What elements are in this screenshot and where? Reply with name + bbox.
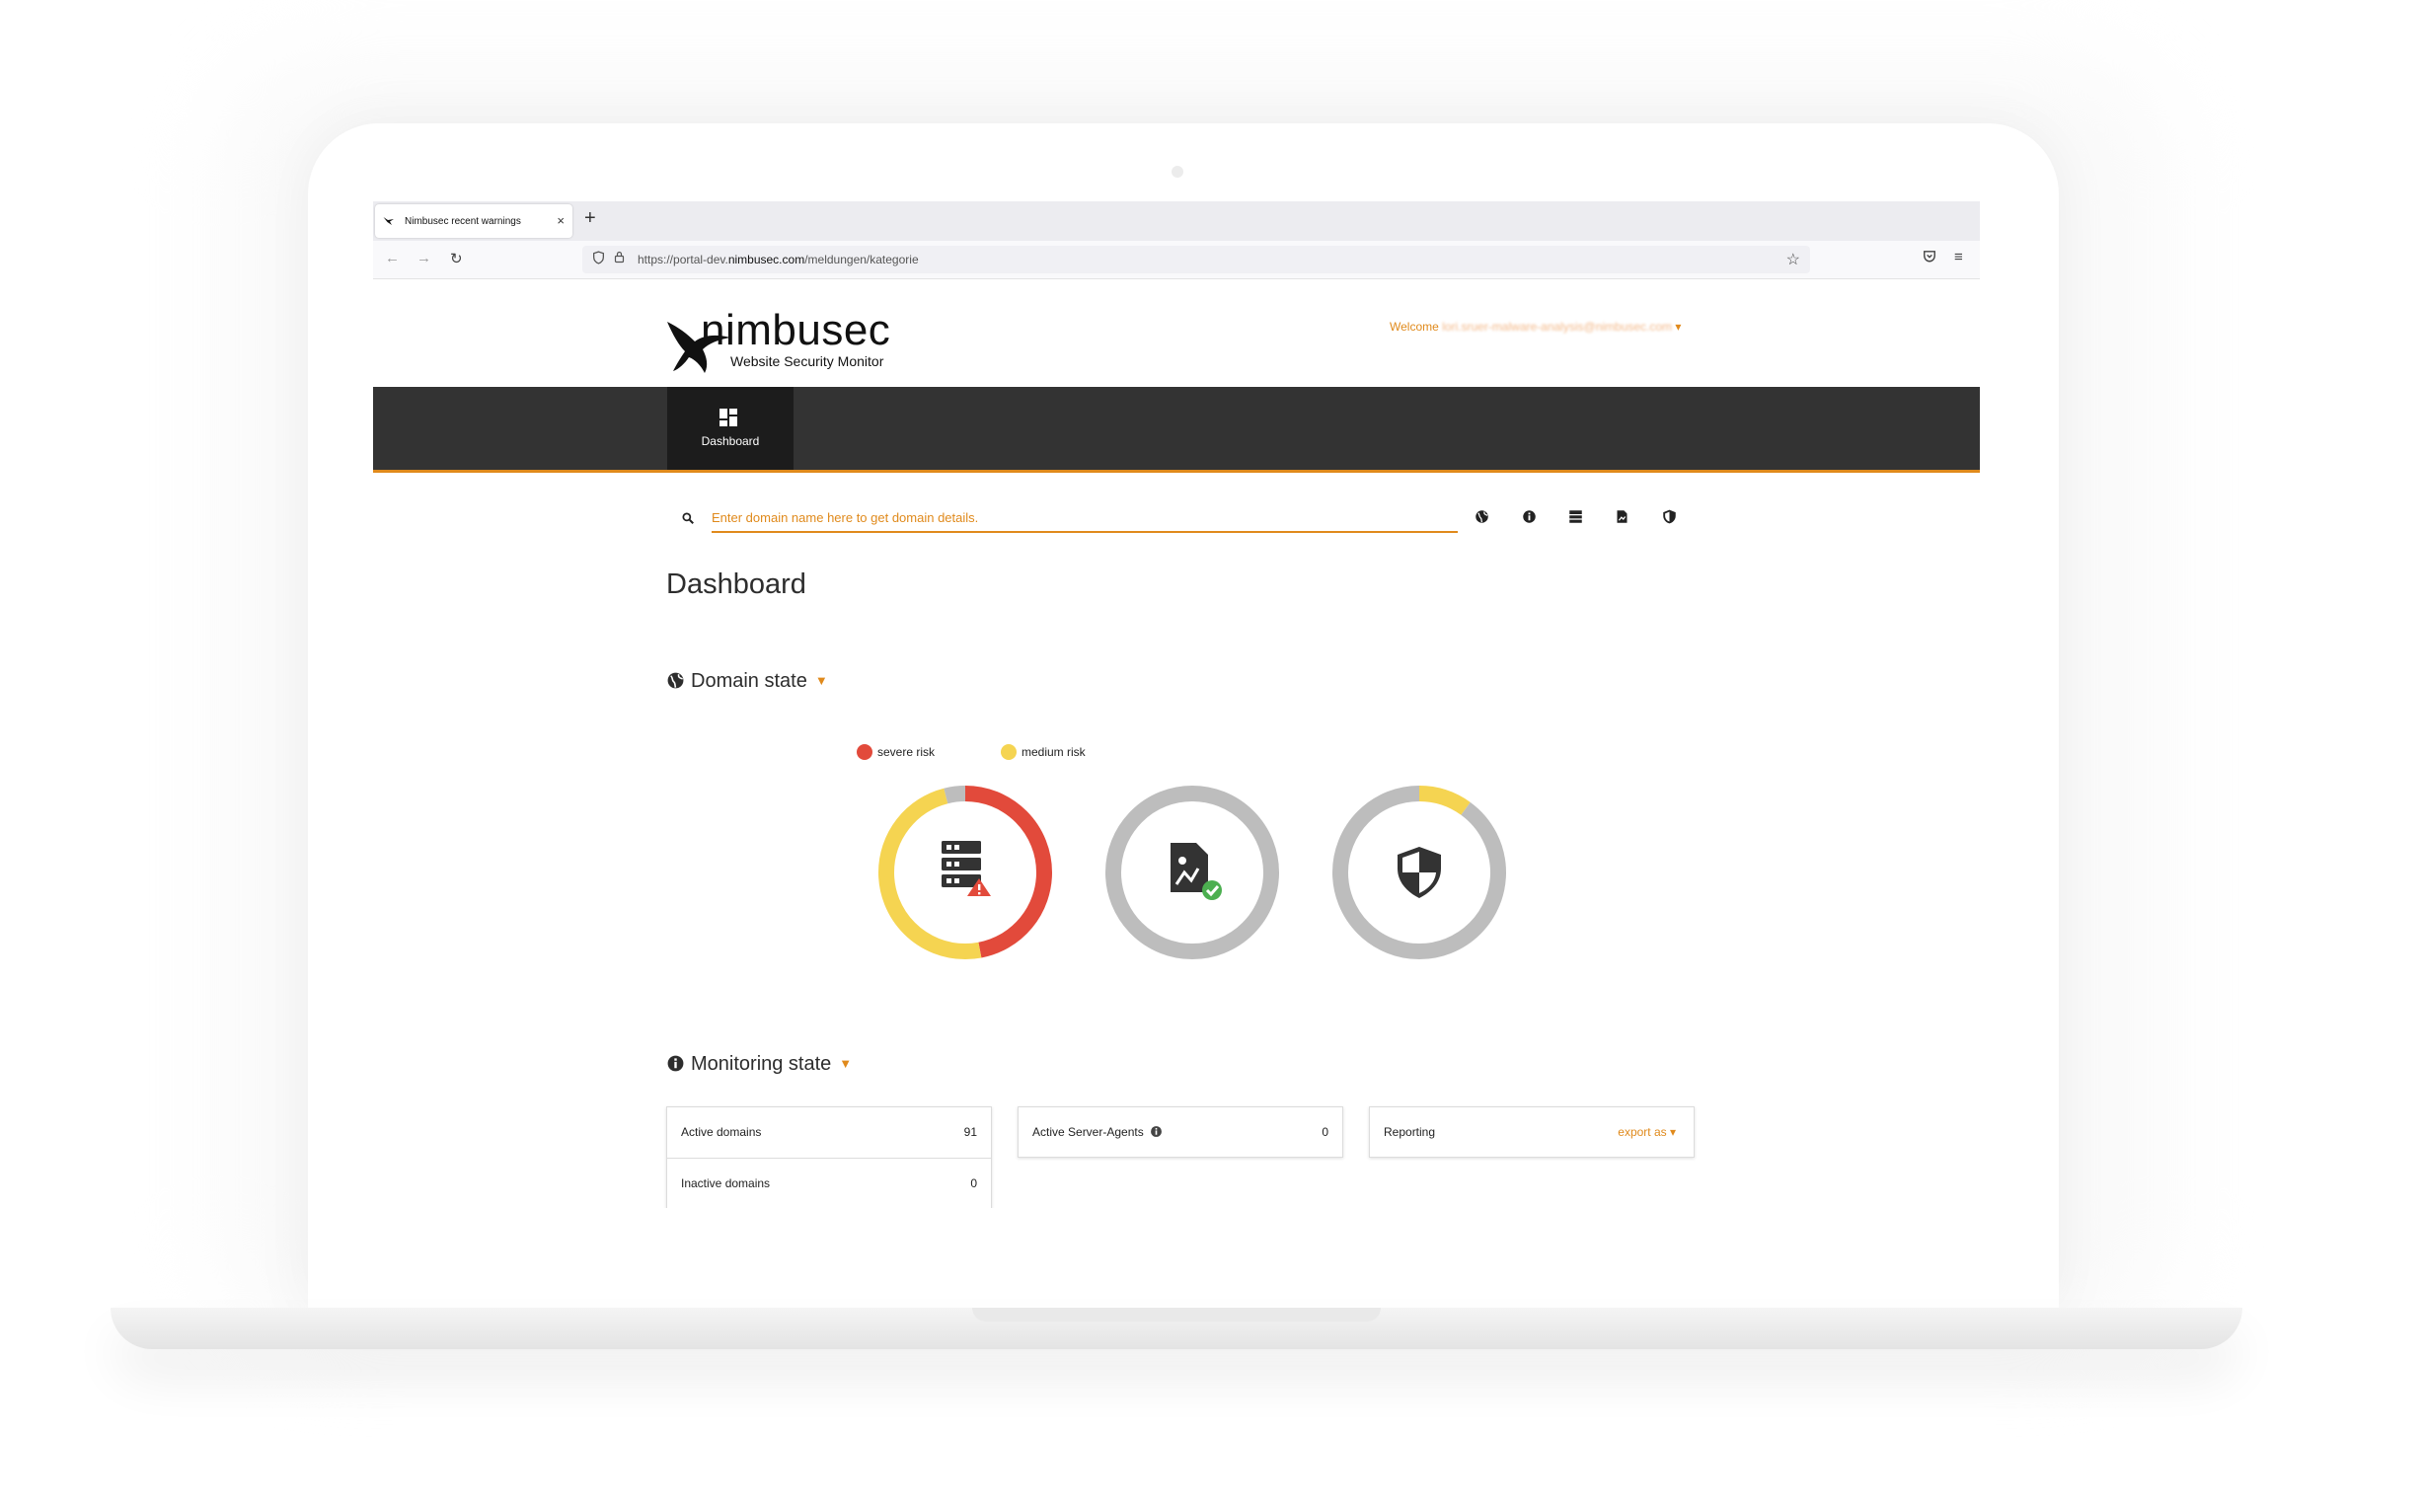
nav-item-dashboard[interactable]: Dashboard	[667, 387, 794, 470]
monitoring-state-header[interactable]: Monitoring state ▼	[666, 1053, 852, 1079]
server-agents-card: Active Server-Agents 0	[1018, 1106, 1343, 1158]
pocket-icon[interactable]	[1923, 250, 1936, 265]
logo-subtitle: Website Security Monitor	[730, 353, 884, 369]
inactive-domains-row[interactable]: Inactive domains 0	[667, 1158, 991, 1208]
inactive-domains-value: 0	[970, 1176, 977, 1190]
user-email: lori.sruer-malware-analysis@nimbusec.com	[1442, 320, 1673, 334]
address-bar[interactable]: https://portal-dev.nimbusec.com/meldunge…	[582, 246, 1810, 273]
search-icon	[681, 511, 695, 530]
server-agents-value: 0	[1322, 1125, 1328, 1139]
main-nav: Dashboard	[373, 387, 1980, 473]
active-domains-row[interactable]: Active domains 91	[667, 1107, 991, 1157]
info-icon[interactable]	[1150, 1125, 1163, 1138]
dashboard-icon	[719, 409, 739, 431]
tab-title: Nimbusec recent warnings	[405, 216, 521, 227]
laptop-camera	[1172, 166, 1183, 178]
nimbusec-logo[interactable]: nimbusec Website Security Monitor	[665, 306, 902, 379]
severe-risk-dot	[857, 744, 872, 760]
forward-icon[interactable]: →	[416, 250, 431, 266]
domain-risk-donut-security[interactable]	[1330, 784, 1508, 961]
domain-search-input[interactable]	[712, 503, 1458, 533]
user-menu[interactable]: Welcome lori.sruer-malware-analysis@nimb…	[1390, 320, 1681, 334]
domain-state-header[interactable]: Domain state ▼	[666, 670, 828, 696]
server-agents-row[interactable]: Active Server-Agents 0	[1019, 1107, 1342, 1157]
browser-tab-bar: Nimbusec recent warnings × +	[373, 201, 1980, 241]
legend-label: medium risk	[1022, 745, 1086, 759]
active-domains-label: Active domains	[681, 1125, 762, 1139]
new-tab-button[interactable]: +	[584, 207, 596, 230]
server-warning-icon	[942, 841, 991, 896]
chevron-down-icon: ▼	[814, 673, 828, 688]
reporting-label: Reporting	[1384, 1125, 1436, 1139]
browser-toolbar: ← → ↻ https://portal-dev.nimbusec.com/me…	[373, 241, 1980, 279]
chevron-down-icon: ▼	[839, 1056, 853, 1071]
browser-window: Nimbusec recent warnings × + ← → ↻ https…	[373, 201, 1980, 1208]
caret-down-icon: ▾	[1669, 1125, 1676, 1139]
legend-severe-risk[interactable]: severe risk	[857, 744, 935, 760]
globe-icon[interactable]	[1475, 509, 1490, 525]
url-text[interactable]: https://portal-dev.nimbusec.com/meldunge…	[638, 253, 919, 266]
hamburger-menu-icon[interactable]: ≡	[1954, 249, 1963, 265]
file-image-icon[interactable]	[1615, 509, 1630, 525]
legend-medium-risk[interactable]: medium risk	[1001, 744, 1086, 760]
page-title: Dashboard	[666, 568, 806, 600]
info-icon	[666, 1054, 685, 1079]
shield-icon	[1398, 847, 1441, 898]
reporting-card: Reporting export as ▾	[1369, 1106, 1695, 1158]
active-domains-value: 91	[963, 1125, 977, 1139]
domain-risk-donut-defacement[interactable]	[1103, 784, 1281, 961]
image-check-icon	[1171, 843, 1222, 900]
bookmark-star-icon[interactable]: ☆	[1786, 250, 1800, 269]
inactive-domains-label: Inactive domains	[681, 1176, 771, 1190]
export-as-dropdown[interactable]: export as ▾	[1618, 1125, 1676, 1139]
welcome-label: Welcome	[1390, 320, 1439, 334]
info-icon[interactable]	[1522, 509, 1538, 525]
legend-label: severe risk	[877, 745, 936, 759]
monitoring-state-title: Monitoring state	[691, 1053, 832, 1075]
nav-item-label: Dashboard	[701, 434, 760, 448]
medium-risk-dot	[1001, 744, 1017, 760]
domain-risk-donut-servers[interactable]	[876, 784, 1054, 961]
globe-icon	[666, 671, 685, 696]
reporting-row: Reporting export as ▾	[1370, 1107, 1694, 1157]
tracking-shield-icon[interactable]	[592, 251, 605, 267]
web-page: nimbusec Website Security Monitor Welcom…	[373, 280, 1980, 1208]
reload-icon[interactable]: ↻	[450, 250, 463, 267]
domain-state-title: Domain state	[691, 670, 807, 692]
server-agents-label: Active Server-Agents	[1032, 1125, 1163, 1139]
logo-wordmark: nimbusec	[701, 306, 891, 354]
tab-close-icon[interactable]: ×	[557, 213, 565, 228]
back-icon[interactable]: ←	[385, 250, 400, 266]
server-list-icon[interactable]	[1568, 509, 1584, 525]
favicon-icon	[383, 215, 395, 229]
shield-icon[interactable]	[1662, 509, 1678, 525]
lock-icon[interactable]	[614, 251, 625, 266]
caret-down-icon: ▾	[1675, 320, 1682, 334]
laptop-base-notch	[972, 1308, 1381, 1322]
browser-tab[interactable]: Nimbusec recent warnings ×	[375, 204, 572, 238]
domains-card: Active domains 91 Inactive domains 0	[666, 1106, 992, 1208]
